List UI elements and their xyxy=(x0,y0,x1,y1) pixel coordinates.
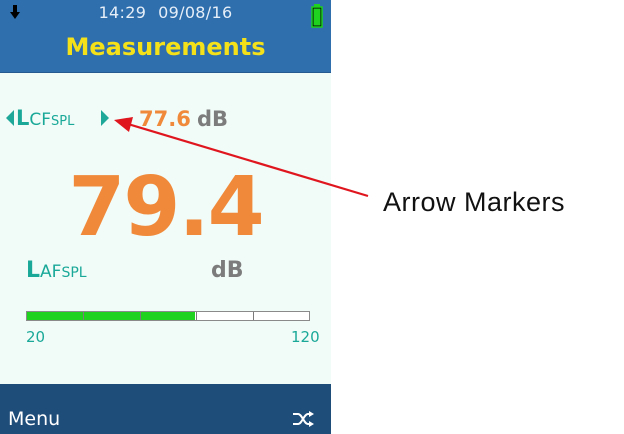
secondary-unit: dB xyxy=(197,107,229,131)
scale-min-label: 20 xyxy=(26,328,46,346)
secondary-label-sub: SPL xyxy=(51,114,75,129)
shuffle-icon[interactable] xyxy=(292,410,314,428)
level-bar-fill xyxy=(27,312,195,320)
level-bar-divider xyxy=(252,312,254,320)
status-bar: 14:29 09/08/16 xyxy=(0,0,331,28)
level-bar xyxy=(26,311,310,321)
level-bar-divider xyxy=(196,312,198,320)
scale-max-label: 120 xyxy=(291,328,320,346)
primary-label-sub: SPL xyxy=(61,265,87,281)
clock: 14:29 09/08/16 xyxy=(0,3,331,22)
level-bar-divider xyxy=(139,312,141,320)
secondary-label-main: L xyxy=(16,106,30,130)
page-title: Measurements xyxy=(65,33,266,61)
arrow-left-icon[interactable] xyxy=(6,110,14,126)
primary-measure-label: LAFSPL xyxy=(26,258,87,283)
secondary-label-weight: CF xyxy=(29,110,52,130)
footer-bar: Menu xyxy=(0,384,331,434)
level-bar-divider xyxy=(83,312,85,320)
secondary-value: 77.6 xyxy=(139,107,191,131)
primary-value: 79.4 xyxy=(68,160,264,255)
battery-icon xyxy=(311,4,323,28)
primary-label-weight: AF xyxy=(40,262,62,282)
primary-unit: dB xyxy=(211,258,244,283)
status-date: 09/08/16 xyxy=(158,3,233,22)
primary-label-main: L xyxy=(26,258,41,283)
status-time: 14:29 xyxy=(98,3,147,22)
header-bar: 14:29 09/08/16 Measurements xyxy=(0,0,331,73)
menu-button[interactable]: Menu xyxy=(8,408,60,430)
meter-screen: 14:29 09/08/16 Measurements LCFSPL 77.6 d… xyxy=(0,0,331,434)
secondary-measure-label: LCFSPL xyxy=(16,106,74,130)
annotation-label: Arrow Markers xyxy=(383,187,566,217)
arrow-right-icon[interactable] xyxy=(101,110,109,126)
